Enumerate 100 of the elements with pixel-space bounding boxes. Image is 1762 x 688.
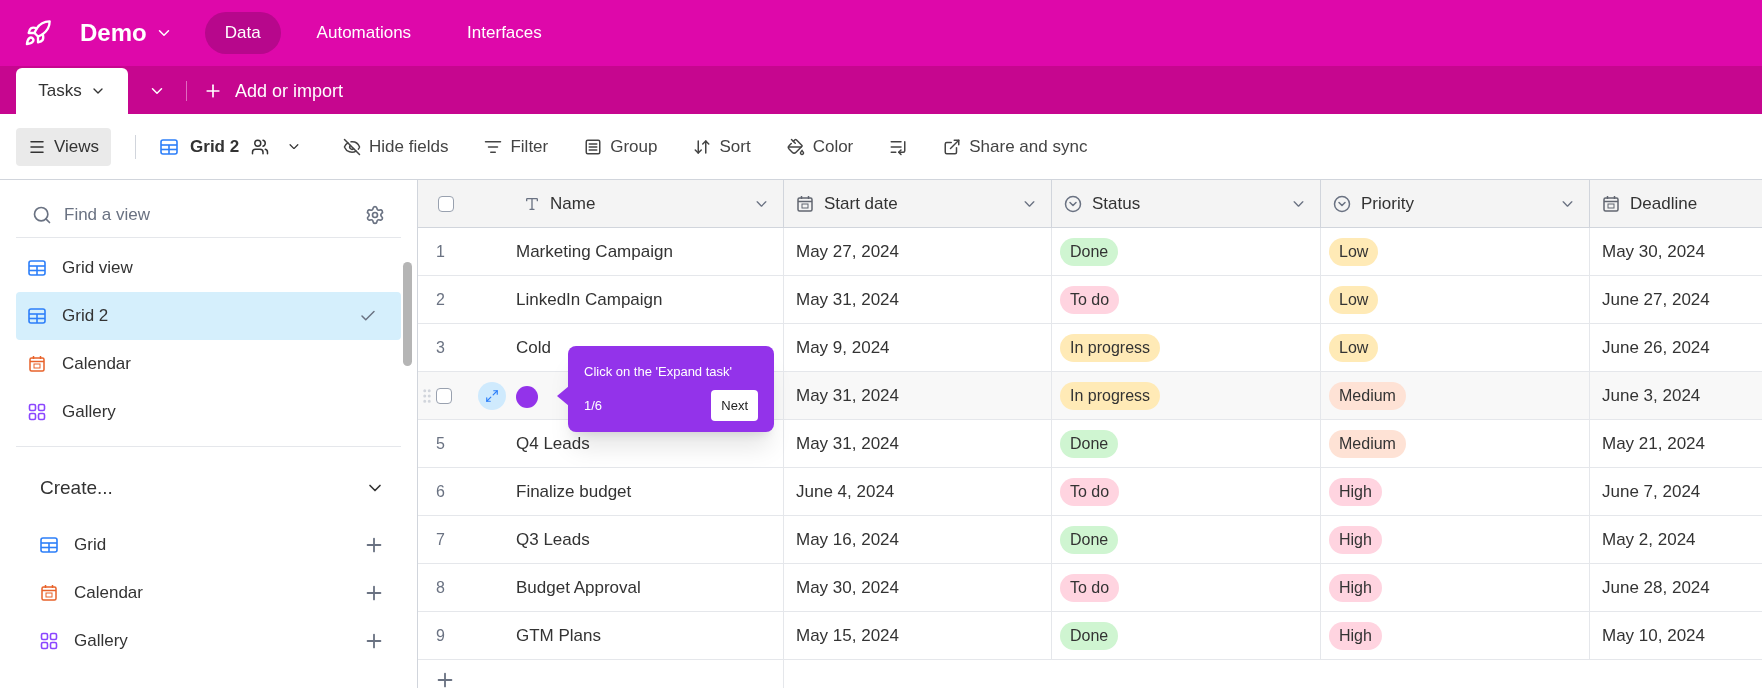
text-field-icon bbox=[524, 195, 540, 212]
row-checkbox[interactable] bbox=[436, 387, 452, 404]
status-tag: Low bbox=[1329, 285, 1379, 314]
next-button[interactable]: Next bbox=[711, 389, 758, 421]
create-view-item[interactable]: Grid bbox=[16, 521, 401, 569]
base-name-button[interactable]: Demo bbox=[80, 15, 173, 51]
chevron-down-icon bbox=[1024, 200, 1035, 207]
calendar-icon bbox=[40, 584, 58, 602]
search-icon bbox=[32, 204, 52, 225]
column-header[interactable]: Deadline bbox=[1590, 180, 1762, 227]
table-cell-text: Q3 Leads bbox=[516, 528, 590, 551]
status-tag: Low bbox=[1329, 333, 1379, 362]
nav-tab[interactable]: Automations bbox=[296, 12, 432, 54]
chevron-down-icon bbox=[1293, 200, 1304, 207]
table-cell-text: Budget Approval bbox=[516, 576, 641, 599]
row-number: 8 bbox=[435, 577, 446, 598]
view-item[interactable]: Gallery bbox=[16, 388, 401, 436]
table-row[interactable]: 1 Marketing Campaign May 27, 2024 Done Low May 30, 2024 bbox=[418, 228, 1762, 276]
search-field[interactable]: Find a view bbox=[64, 201, 353, 228]
table-cell-text: May 31, 2024 bbox=[796, 432, 899, 455]
table-cell-text: May 9, 2024 bbox=[796, 336, 890, 359]
status-tag: Medium bbox=[1329, 429, 1406, 458]
expand-button[interactable] bbox=[478, 381, 506, 410]
gallery-icon bbox=[28, 403, 46, 421]
status-tag: High bbox=[1329, 573, 1382, 602]
calendar-icon bbox=[28, 355, 46, 373]
eye-off-icon bbox=[343, 137, 362, 156]
settings-icon[interactable] bbox=[365, 204, 385, 225]
grid-icon bbox=[28, 308, 46, 324]
group-icon bbox=[584, 137, 603, 156]
table-cell-text: June 27, 2024 bbox=[1602, 288, 1710, 311]
toolbar-button[interactable]: Group bbox=[568, 133, 674, 160]
status-tag: Done bbox=[1060, 621, 1119, 650]
grid-icon bbox=[160, 138, 179, 155]
toolbar-button[interactable]: Color bbox=[770, 133, 870, 160]
row-number: 5 bbox=[435, 433, 446, 454]
create-view-item[interactable]: Gallery bbox=[16, 617, 401, 665]
view-item[interactable]: Grid 2 bbox=[16, 292, 401, 340]
status-tag: High bbox=[1329, 621, 1382, 650]
nav-tab[interactable]: Interfaces bbox=[447, 12, 562, 54]
table-tab[interactable]: Tasks bbox=[16, 68, 128, 114]
chevron-down-icon bbox=[1562, 200, 1573, 207]
table-cell-text: May 21, 2024 bbox=[1602, 432, 1705, 455]
views-button[interactable]: Views bbox=[16, 127, 112, 166]
table-row[interactable]: 7 Q3 Leads May 16, 2024 Done High May 2, 2024 bbox=[418, 516, 1762, 564]
table-cell-text: Finalize budget bbox=[516, 480, 632, 503]
table-row[interactable]: 2 LinkedIn Campaign May 31, 2024 To do Low June 27, 2024 bbox=[418, 276, 1762, 324]
column-header[interactable]: Start date bbox=[784, 180, 1052, 227]
expand-icon bbox=[485, 388, 499, 403]
view-item[interactable]: Calendar bbox=[16, 340, 401, 388]
status-tag: Done bbox=[1060, 525, 1119, 554]
toolbar-button[interactable]: Sort bbox=[677, 133, 767, 160]
status-tag: Medium bbox=[1329, 381, 1406, 410]
table-cell-text: May 16, 2024 bbox=[796, 528, 899, 551]
sort-icon bbox=[693, 137, 712, 156]
table-row[interactable]: 9 GTM Plans May 15, 2024 Done High May 10, 2024 bbox=[418, 612, 1762, 660]
scrollbar[interactable] bbox=[403, 262, 412, 366]
status-tag: High bbox=[1329, 525, 1382, 554]
row-number: 2 bbox=[435, 289, 446, 310]
column-header[interactable]: Name bbox=[418, 180, 784, 227]
toolbar-button[interactable]: Hide fields bbox=[327, 133, 465, 160]
view-item[interactable]: Grid view bbox=[16, 244, 401, 292]
table-cell-text: Marketing Campaign bbox=[516, 240, 673, 263]
toolbar-button[interactable]: Filter bbox=[468, 133, 565, 160]
column-header[interactable]: Priority bbox=[1321, 180, 1590, 227]
gallery-icon bbox=[40, 632, 58, 650]
rocket-icon[interactable] bbox=[24, 19, 52, 47]
toolbar-button[interactable]: Share and sync bbox=[927, 133, 1104, 160]
date-field-icon bbox=[1602, 194, 1620, 213]
view-switcher[interactable]: Grid 2 bbox=[160, 133, 300, 160]
create-view-item[interactable]: Calendar bbox=[16, 569, 401, 617]
table-cell-text: LinkedIn Campaign bbox=[516, 288, 663, 311]
select-field-icon bbox=[1333, 194, 1351, 213]
nav-tab[interactable]: Data bbox=[204, 12, 281, 54]
status-tag: Done bbox=[1060, 237, 1119, 266]
table-cell-text: May 31, 2024 bbox=[796, 288, 899, 311]
table-cell-text: June 28, 2024 bbox=[1602, 576, 1710, 599]
column-header[interactable]: Status bbox=[1052, 180, 1321, 227]
status-tag: High bbox=[1329, 477, 1382, 506]
status-tag: In progress bbox=[1060, 381, 1161, 410]
table-row[interactable]: 6 Finalize budget June 4, 2024 To do High June 7, 2024 bbox=[418, 468, 1762, 516]
table-cell-text: May 31, 2024 bbox=[796, 384, 899, 407]
chevron-down-icon bbox=[756, 200, 767, 207]
table-cell-text: May 15, 2024 bbox=[796, 624, 899, 647]
table-cell-text: May 30, 2024 bbox=[796, 576, 899, 599]
add-or-import-button[interactable]: Add or import bbox=[203, 77, 344, 105]
table-cell-text: Cold bbox=[516, 336, 551, 359]
select-field-icon bbox=[1064, 194, 1082, 213]
row-number: 9 bbox=[435, 625, 446, 646]
table-row[interactable]: 8 Budget Approval May 30, 2024 To do High June 28, 2024 bbox=[418, 564, 1762, 612]
select-all-checkbox[interactable] bbox=[438, 195, 454, 212]
share-icon bbox=[943, 137, 962, 156]
paint-bucket-icon bbox=[786, 137, 805, 156]
row-number: 6 bbox=[435, 481, 446, 502]
row-number: 7 bbox=[435, 529, 446, 550]
row-number: 1 bbox=[435, 241, 446, 262]
step-counter: 1/6 bbox=[584, 396, 603, 415]
table-cell-text: June 7, 2024 bbox=[1602, 480, 1701, 503]
table-cell-text: June 26, 2024 bbox=[1602, 336, 1710, 359]
table-cell-text: June 3, 2024 bbox=[1602, 384, 1701, 407]
